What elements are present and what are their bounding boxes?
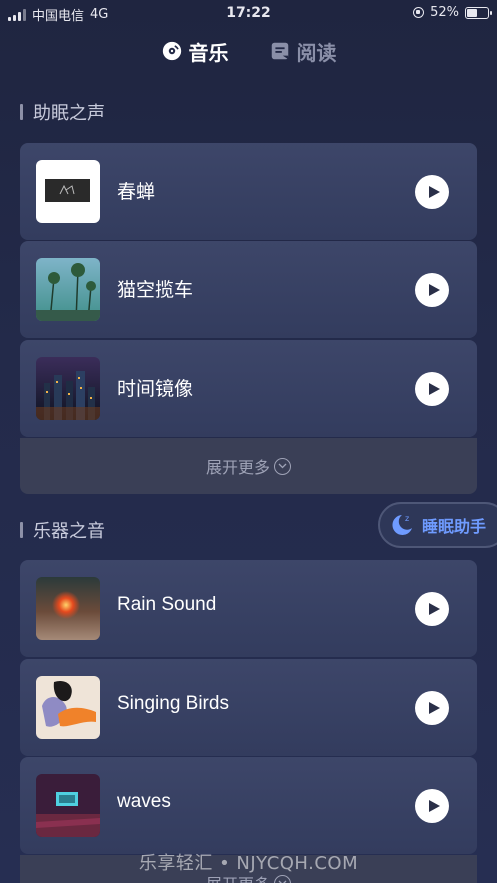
chevron-down-icon: [274, 874, 291, 883]
orientation-lock-icon: [413, 7, 425, 18]
play-button[interactable]: [415, 691, 449, 725]
play-icon: [428, 284, 440, 296]
section-title-label: 助眠之声: [33, 103, 105, 124]
fire-thumb: [36, 577, 100, 640]
play-button[interactable]: [415, 175, 449, 209]
list-item[interactable]: 春蝉: [20, 143, 477, 240]
abstract-art-thumb: [36, 676, 100, 739]
moon-zzz-icon: z: [392, 514, 412, 535]
play-button[interactable]: [415, 273, 449, 307]
status-bar: 中国电信 4G 17:22 52%: [0, 0, 497, 26]
sleep-assistant-label: 睡眠助手: [422, 517, 487, 536]
section-title-label: 乐器之音: [33, 521, 105, 542]
item-title: 时间镜像: [117, 379, 194, 400]
book-icon: [271, 42, 288, 60]
item-title: 猫空揽车: [117, 280, 194, 301]
logo-thumb: [36, 160, 100, 223]
sleep-assistant-button[interactable]: z 睡眠助手: [378, 502, 497, 548]
top-tabs: 音乐 阅读: [0, 34, 497, 68]
cinema-thumb: [36, 774, 100, 837]
section-marker: [20, 104, 23, 120]
play-icon: [428, 383, 440, 395]
play-button[interactable]: [415, 592, 449, 626]
list-item[interactable]: 时间镜像: [20, 340, 477, 437]
play-icon: [428, 603, 440, 615]
tab-reading-label: 阅读: [296, 40, 337, 65]
list-item[interactable]: waves: [20, 757, 477, 854]
play-icon: [428, 702, 440, 714]
item-title: Singing Birds: [117, 693, 229, 714]
item-title: 春蝉: [117, 182, 156, 203]
battery-icon: [465, 6, 492, 19]
tab-music[interactable]: 音乐: [161, 34, 229, 68]
play-icon: [428, 186, 440, 198]
tab-music-label: 音乐: [188, 40, 229, 65]
expand-more-label: 展开更多: [205, 458, 270, 477]
music-disc-icon: [162, 41, 181, 61]
chevron-down-icon: [274, 457, 291, 475]
item-title: waves: [117, 791, 171, 812]
list-item[interactable]: Rain Sound: [20, 560, 477, 657]
play-button[interactable]: [415, 372, 449, 406]
svg-text:z: z: [405, 514, 409, 523]
watermark: 乐享轻汇 • NJYCQH.COM: [138, 853, 359, 874]
list-item[interactable]: Singing Birds: [20, 659, 477, 756]
section-title-sleep-sounds: 助眠之声: [20, 99, 105, 125]
item-title: Rain Sound: [117, 594, 217, 615]
expand-more-button[interactable]: 展开更多: [20, 438, 477, 494]
battery-percent: 52%: [430, 5, 459, 20]
list-item[interactable]: 猫空揽车: [20, 241, 477, 338]
section-marker: [20, 522, 23, 538]
city-night-thumb: [36, 357, 100, 420]
status-right: 52%: [413, 5, 492, 20]
section-title-instrument-sounds: 乐器之音: [20, 517, 105, 543]
play-icon: [428, 800, 440, 812]
battery-fill: [467, 8, 477, 17]
play-button[interactable]: [415, 789, 449, 823]
tab-reading[interactable]: 阅读: [269, 34, 337, 68]
palm-trees-thumb: [36, 258, 100, 321]
